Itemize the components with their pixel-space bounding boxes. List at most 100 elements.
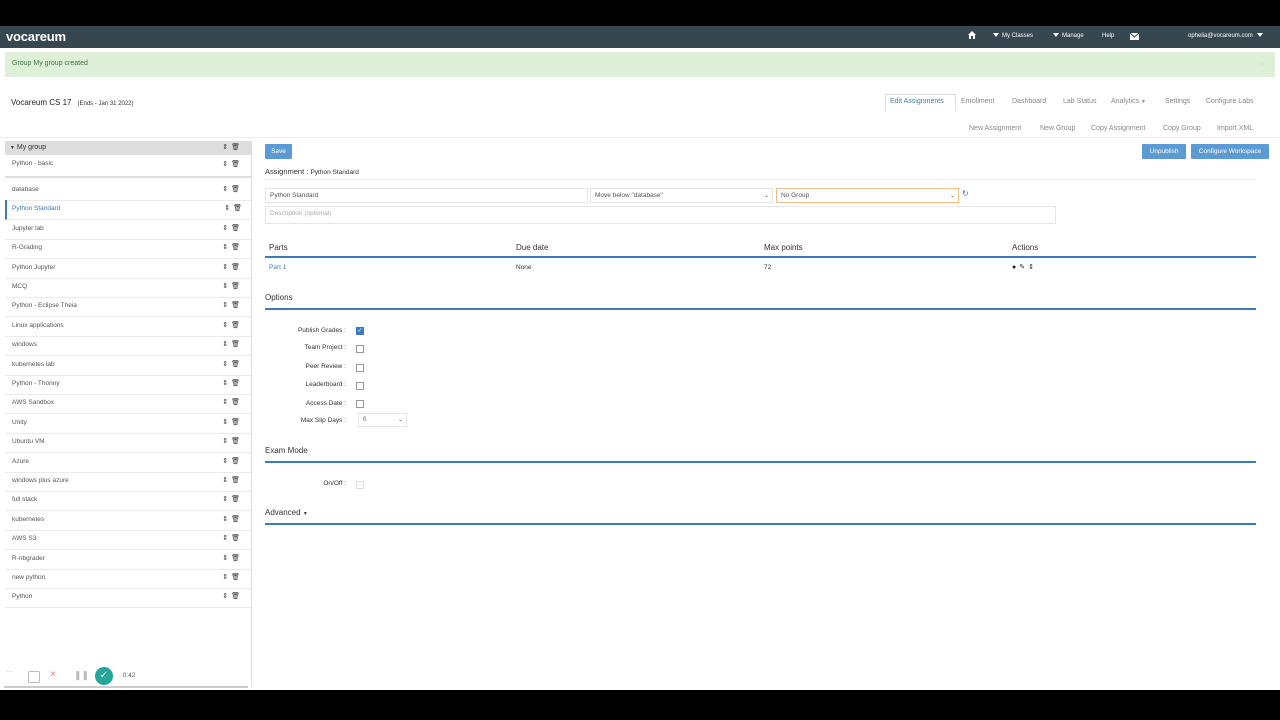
close-icon[interactable]: ×	[50, 669, 56, 680]
assignment-name-input[interactable]: Python Standard	[265, 188, 588, 203]
group-toggle[interactable]: ▼ My group	[10, 144, 46, 151]
item-controls[interactable]: ⇕🗑	[222, 263, 243, 271]
sidebar-list-item[interactable]: kubernetes ⇕🗑	[5, 511, 251, 531]
new-assignment-link[interactable]: New Assignment	[969, 125, 1021, 132]
item-controls[interactable]: ⇕🗑	[222, 515, 243, 523]
sidebar-list-item[interactable]: windows ⇕🗑	[5, 336, 251, 357]
wrench-icon[interactable]: ✎	[1019, 264, 1028, 271]
item-controls[interactable]: ⇕🗑	[222, 457, 243, 465]
description-input[interactable]: Description (optional)	[265, 206, 1056, 224]
peer-review-checkbox[interactable]	[356, 364, 364, 372]
item-controls[interactable]: ⇕🗑	[222, 185, 243, 193]
sidebar-list-item[interactable]: Jupyter lab ⇕🗑	[5, 220, 251, 240]
item-controls[interactable]: ⇕🗑	[222, 340, 243, 348]
sidebar-list-item[interactable]: MCQ ⇕🗑	[5, 278, 251, 298]
item-controls[interactable]: ⇕🗑	[222, 360, 243, 368]
sidebar-list-item[interactable]: windows plus azure ⇕🗑	[5, 472, 251, 492]
item-controls[interactable]: ⇕🗑	[222, 224, 243, 232]
item-controls[interactable]: ⇕🗑	[222, 418, 243, 426]
item-controls[interactable]: ⇕🗑	[222, 476, 243, 484]
new-group-link[interactable]: New Group	[1040, 125, 1075, 132]
sidebar-list-item[interactable]: Python Standard ⇕🗑	[5, 200, 253, 221]
group-header[interactable]: ▼ My group ⇕🗑	[5, 141, 251, 155]
caret-down-icon	[1053, 33, 1059, 38]
team-project-checkbox[interactable]	[356, 345, 364, 353]
sidebar-list-item[interactable]: Unity ⇕🗑	[5, 414, 251, 434]
save-button[interactable]: Save	[265, 144, 292, 159]
screen-icon[interactable]	[28, 671, 40, 683]
home-icon[interactable]	[967, 30, 977, 42]
sidebar-list-item[interactable]: full stack ⇕🗑	[5, 491, 251, 512]
sidebar-list-item[interactable]: R-nbgrader ⇕🗑	[5, 550, 251, 570]
tab-settings[interactable]: Settings	[1165, 98, 1190, 105]
copy-assignment-link[interactable]: Copy Assignment	[1091, 125, 1145, 132]
item-controls[interactable]: ⇕🗑	[224, 204, 245, 212]
my-classes-menu[interactable]: My Classes	[993, 33, 1033, 39]
vocareum-logo[interactable]: vocareum	[6, 29, 66, 44]
user-menu[interactable]: ophelia@vocareum.com	[1188, 33, 1266, 39]
success-alert: Group My group created ×	[5, 52, 1275, 77]
sidebar-list-item[interactable]: Python Jupyter ⇕🗑	[5, 259, 251, 279]
import-xml-link[interactable]: Import XML	[1217, 125, 1253, 132]
tab-configure-labs[interactable]: Configure Labs	[1206, 98, 1253, 105]
caret-down-icon	[993, 33, 999, 38]
tab-dashboard[interactable]: Dashboard	[1012, 98, 1046, 105]
more-icon[interactable]: ⋯	[6, 668, 13, 676]
sidebar-list-item[interactable]: Azure ⇕🗑	[5, 453, 251, 473]
sidebar-list-item[interactable]: Python ⇕🗑	[5, 588, 251, 609]
max-slip-days-label: Max Slip Days :	[300, 417, 346, 424]
max-slip-days-select[interactable]: 0 ⌄	[358, 413, 407, 427]
item-controls[interactable]: ⇕🗑	[222, 437, 243, 445]
tab-enrollment[interactable]: Enrollment	[961, 98, 994, 105]
part-link[interactable]: Part 1	[269, 264, 286, 271]
sidebar-list-item[interactable]: database ⇕🗑	[5, 181, 251, 201]
item-controls[interactable]: ⇕🗑	[222, 534, 243, 542]
advanced-toggle[interactable]: Advanced ▼	[265, 508, 308, 517]
item-controls[interactable]: ⇕🗑	[222, 495, 243, 503]
exam-mode-checkbox[interactable]	[356, 481, 364, 489]
sidebar-list-item[interactable]: AWS Sandbox ⇕🗑	[5, 394, 251, 415]
sidebar-list-item[interactable]: R-Grading ⇕🗑	[5, 239, 251, 260]
sidebar-list-item[interactable]: new python ⇕🗑	[5, 569, 251, 589]
tab-analytics[interactable]: Analytics ▼	[1111, 98, 1146, 105]
copy-group-link[interactable]: Copy Group	[1163, 125, 1201, 132]
publish-grades-checkbox[interactable]: ✓	[356, 327, 364, 335]
tab-edit-assignments[interactable]: Edit Assignments	[890, 98, 944, 105]
sidebar-list-item[interactable]: Python - Thonny ⇕🗑	[5, 375, 251, 395]
sidebar-list-item[interactable]: Linux applications ⇕🗑	[5, 317, 251, 337]
configure-workspace-button[interactable]: Configure Workspace	[1191, 144, 1269, 159]
sidebar-list-item[interactable]: kubernetes lab ⇕🗑	[5, 356, 251, 376]
group-list-item[interactable]: Python - basic ⇕🗑	[5, 156, 251, 178]
tab-lab-status[interactable]: Lab Status	[1063, 98, 1096, 105]
item-controls[interactable]: ⇕🗑	[222, 592, 243, 600]
item-controls[interactable]: ⇕🗑	[222, 301, 243, 309]
item-controls[interactable]: ⇕🗑	[222, 160, 243, 168]
item-controls[interactable]: ⇕🗑	[222, 243, 243, 251]
sidebar-list-item[interactable]: AWS S3 ⇕🗑	[5, 530, 251, 551]
mail-icon[interactable]	[1129, 32, 1140, 42]
access-date-checkbox[interactable]	[356, 400, 364, 408]
item-controls[interactable]: ⇕🗑	[222, 321, 243, 329]
refresh-icon[interactable]: ↻	[962, 189, 969, 198]
timer: 0:42	[117, 667, 141, 685]
pause-icon[interactable]: ❚❚	[74, 670, 89, 681]
unpublish-button[interactable]: Unpublish	[1142, 144, 1186, 159]
item-controls[interactable]: ⇕🗑	[222, 573, 243, 581]
help-link[interactable]: Help	[1102, 33, 1114, 39]
move-below-select[interactable]: Move below "database" ⌄	[590, 188, 773, 203]
sidebar-list-item[interactable]: Ubuntu VM ⇕🗑	[5, 433, 251, 454]
sidebar-list-item[interactable]: Python - Eclipse Theia ⇕🗑	[5, 297, 251, 318]
group-name: My group	[16, 144, 47, 151]
check-icon[interactable]: ✓	[95, 667, 113, 685]
sort-icon[interactable]: ⇕	[1028, 264, 1037, 271]
leaderboard-checkbox[interactable]	[356, 382, 364, 390]
item-controls[interactable]: ⇕🗑	[222, 282, 243, 290]
group-controls[interactable]: ⇕🗑	[222, 143, 243, 151]
item-controls[interactable]: ⇕🗑	[222, 379, 243, 387]
group-select[interactable]: No Group ⌄	[776, 188, 959, 203]
part-actions[interactable]: ●✎⇕	[1012, 263, 1037, 271]
item-controls[interactable]: ⇕🗑	[222, 554, 243, 562]
close-icon[interactable]: ×	[1260, 59, 1265, 69]
manage-menu[interactable]: Manage	[1053, 33, 1084, 39]
item-controls[interactable]: ⇕🗑	[222, 398, 243, 406]
